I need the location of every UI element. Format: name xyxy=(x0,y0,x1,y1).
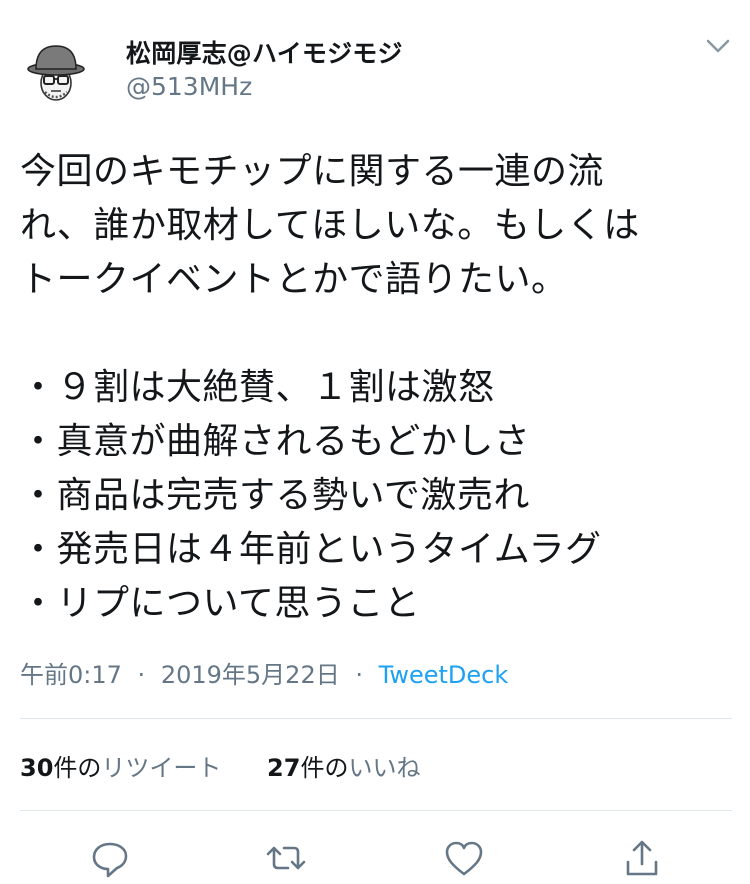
tweet-metadata: 午前0:17 · 2019年5月22日 · TweetDeck xyxy=(20,655,508,690)
user-handle[interactable]: @513MHz xyxy=(126,72,252,101)
tweet-actions xyxy=(0,836,750,880)
tweet-bullet-line: ・商品は完売する勢いで激売れ xyxy=(20,475,530,516)
retweet-count-number: 30 xyxy=(20,754,54,782)
caricature-avatar-icon[interactable] xyxy=(20,38,92,110)
like-count-number: 27 xyxy=(267,754,301,782)
like-count-unit: 件の xyxy=(300,754,349,782)
tweet-bullet-line: ・発売日は４年前というタイムラグ xyxy=(20,529,602,570)
tweet-line: れ、誰か取材してほしいな。もしくは xyxy=(20,205,640,246)
divider xyxy=(20,810,732,811)
like-count-label: いいね xyxy=(348,754,421,782)
tweet-date[interactable]: 2019年5月22日 xyxy=(161,661,340,689)
tweet-stats: 30件のリツイート 27件のいいね xyxy=(20,748,458,783)
divider xyxy=(20,718,732,719)
tweet-line: トークイベントとかで語りたい。 xyxy=(20,259,568,300)
like-icon[interactable] xyxy=(442,836,486,880)
chevron-down-icon[interactable] xyxy=(704,36,732,56)
share-icon[interactable] xyxy=(620,836,664,880)
tweet-line: 今回のキモチップに関する一連の流 xyxy=(20,151,605,192)
tweet-text: 今回のキモチップに関する一連の流 れ、誰か取材してほしいな。もしくは トークイベ… xyxy=(20,145,735,631)
display-name[interactable]: 松岡厚志@ハイモジモジ xyxy=(126,34,403,70)
retweet-count[interactable]: 30件のリツイート xyxy=(20,748,221,783)
retweet-count-unit: 件の xyxy=(53,754,102,782)
meta-separator: · xyxy=(355,661,363,689)
tweet-header: 松岡厚志@ハイモジモジ @513MHz xyxy=(0,0,750,120)
tweet-time[interactable]: 午前0:17 xyxy=(20,661,122,689)
like-count[interactable]: 27件のいいね xyxy=(267,748,420,783)
tweet-bullet-line: ・真意が曲解されるもどかしさ xyxy=(20,421,531,462)
tweet-bullet-line: ・リプについて思うこと xyxy=(20,583,421,624)
retweet-icon[interactable] xyxy=(264,836,308,880)
tweet-bullet-line: ・９割は大絶賛、１割は激怒 xyxy=(20,367,495,408)
meta-separator: · xyxy=(137,661,146,689)
reply-icon[interactable] xyxy=(88,836,132,880)
tweet-source-link[interactable]: TweetDeck xyxy=(379,661,509,689)
retweet-count-label: リツイート xyxy=(101,754,222,782)
